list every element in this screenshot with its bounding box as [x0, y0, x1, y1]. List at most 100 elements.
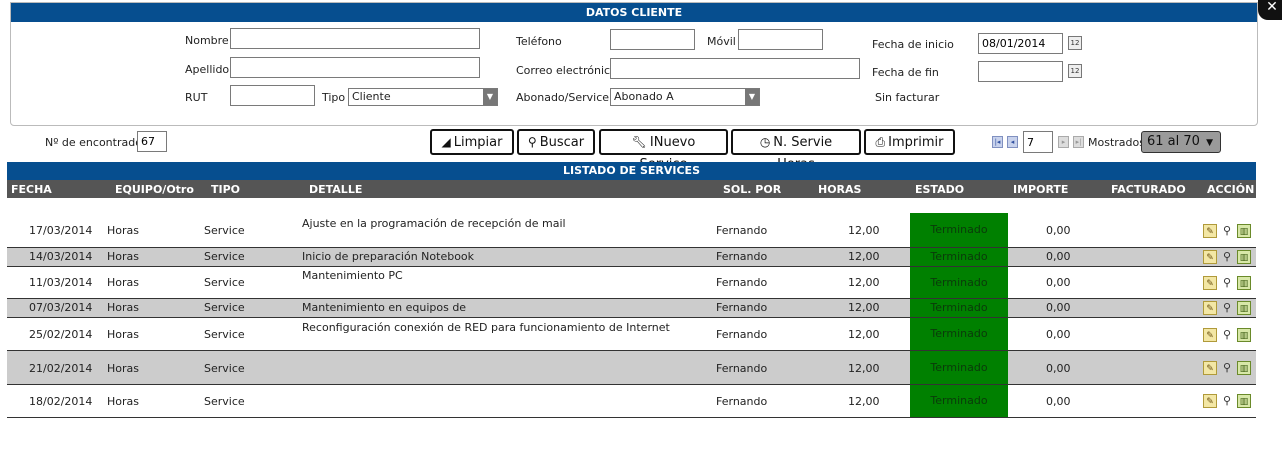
- cell-fecha: 21/02/2014: [29, 362, 93, 375]
- header-importe[interactable]: IMPORTE: [1013, 183, 1068, 196]
- cell-detalle: Reconfiguración conexión de RED para fun…: [302, 321, 670, 334]
- edit-icon[interactable]: ✎: [1203, 328, 1217, 342]
- close-button[interactable]: ✕: [1258, 0, 1282, 20]
- table-row[interactable]: 18/02/2014 Horas Service Fernando 12,00 …: [7, 385, 1256, 418]
- chevron-down-icon: ▼: [483, 89, 497, 105]
- trash-icon[interactable]: ▥: [1237, 361, 1251, 375]
- correo-input[interactable]: [610, 58, 860, 79]
- first-page-icon[interactable]: |◂: [992, 136, 1003, 148]
- calendar-icon[interactable]: 12: [1068, 36, 1082, 50]
- edit-icon[interactable]: ✎: [1203, 224, 1217, 238]
- apellido-input[interactable]: [230, 57, 480, 78]
- cell-sol-por: Fernando: [716, 224, 768, 237]
- fecha-inicio-label: Fecha de inicio: [872, 38, 954, 51]
- tipo-select-value: Cliente: [352, 90, 391, 103]
- magnifier-icon[interactable]: ⚲: [1220, 328, 1234, 342]
- header-estado[interactable]: ESTADO: [915, 183, 964, 196]
- edit-icon[interactable]: ✎: [1203, 394, 1217, 408]
- tipo-label: Tipo: [322, 91, 346, 104]
- header-equipo[interactable]: EQUIPO/Otro: [115, 183, 194, 196]
- magnifier-icon[interactable]: ⚲: [1220, 276, 1234, 290]
- table-row[interactable]: 25/02/2014 Horas Service Reconfiguración…: [7, 318, 1256, 351]
- row-actions: ✎ ⚲ ▥: [1203, 361, 1254, 375]
- eraser-icon: ◢: [441, 135, 451, 149]
- imprimir-button[interactable]: ⎙ Imprimir: [864, 129, 955, 155]
- cell-horas: 12,00: [848, 362, 880, 375]
- trash-icon[interactable]: ▥: [1237, 301, 1251, 315]
- movil-label: Móvil: [707, 35, 736, 48]
- shown-range-dropdown[interactable]: 61 al 70 ▼: [1141, 131, 1221, 153]
- header-horas[interactable]: HORAS: [818, 183, 861, 196]
- fecha-fin-input[interactable]: [978, 61, 1063, 82]
- cell-detalle: Ajuste en la programación de recepción d…: [302, 217, 566, 230]
- nombre-input[interactable]: [230, 28, 480, 49]
- magnifier-icon[interactable]: ⚲: [1220, 394, 1234, 408]
- cell-tipo: Service: [204, 224, 245, 237]
- edit-icon[interactable]: ✎: [1203, 301, 1217, 315]
- header-tipo[interactable]: TIPO: [211, 183, 240, 196]
- cell-tipo: Service: [204, 276, 245, 289]
- telefono-input[interactable]: [610, 29, 695, 50]
- cell-detalle: Inicio de preparación Notebook: [302, 250, 475, 263]
- last-page-icon[interactable]: ▸|: [1073, 136, 1084, 148]
- cell-horas: 12,00: [848, 328, 880, 341]
- row-actions: ✎ ⚲ ▥: [1203, 328, 1254, 342]
- abonado-select[interactable]: Abonado A ▼: [610, 88, 760, 106]
- cell-fecha: 25/02/2014: [29, 328, 93, 341]
- trash-icon[interactable]: ▥: [1237, 224, 1251, 238]
- magnifier-icon[interactable]: ⚲: [1220, 301, 1234, 315]
- tipo-select[interactable]: Cliente ▼: [348, 88, 498, 106]
- header-facturado[interactable]: FACTURADO: [1111, 183, 1186, 196]
- magnifier-icon[interactable]: ⚲: [1220, 361, 1234, 375]
- magnifier-icon[interactable]: ⚲: [1220, 250, 1234, 264]
- table-row[interactable]: 17/03/2014 Horas Service Ajuste en la pr…: [7, 213, 1256, 248]
- cell-importe: 0,00: [1046, 395, 1071, 408]
- fecha-inicio-input[interactable]: [978, 33, 1063, 54]
- calendar-icon[interactable]: 12: [1068, 64, 1082, 78]
- prev-page-icon[interactable]: ◂: [1007, 136, 1018, 148]
- page-number-input[interactable]: [1023, 131, 1053, 153]
- telefono-label: Teléfono: [516, 35, 562, 48]
- cell-fecha: 11/03/2014: [29, 276, 93, 289]
- edit-icon[interactable]: ✎: [1203, 250, 1217, 264]
- limpiar-button[interactable]: ◢ Limpiar: [430, 129, 514, 155]
- cell-sol-por: Fernando: [716, 301, 768, 314]
- fecha-fin-label: Fecha de fin: [872, 66, 939, 79]
- header-sol-por[interactable]: SOL. POR: [723, 183, 781, 196]
- shown-range-value: 61 al 70: [1147, 134, 1200, 149]
- mostrados-label: Mostrados: [1088, 136, 1145, 149]
- cell-equipo: Horas: [107, 301, 139, 314]
- movil-input[interactable]: [738, 29, 823, 50]
- row-actions: ✎ ⚲ ▥: [1203, 276, 1254, 290]
- edit-icon[interactable]: ✎: [1203, 276, 1217, 290]
- cell-tipo: Service: [204, 250, 245, 263]
- chevron-down-icon: ▼: [1206, 138, 1213, 148]
- nuevo-service-button[interactable]: 🔧︎INuevo Service: [599, 129, 728, 172]
- table-row[interactable]: 07/03/2014 Horas Service Mantenimiento e…: [7, 299, 1256, 318]
- table-row[interactable]: 11/03/2014 Horas Service Mantenimiento P…: [7, 267, 1256, 299]
- cell-fecha: 07/03/2014: [29, 301, 93, 314]
- edit-icon[interactable]: ✎: [1203, 361, 1217, 375]
- table-row[interactable]: 21/02/2014 Horas Service Fernando 12,00 …: [7, 351, 1256, 385]
- trash-icon[interactable]: ▥: [1237, 276, 1251, 290]
- cell-importe: 0,00: [1046, 250, 1071, 263]
- trash-icon[interactable]: ▥: [1237, 328, 1251, 342]
- rut-input[interactable]: [230, 85, 315, 106]
- found-count-label: Nº de encontrados: [45, 136, 148, 149]
- table-row[interactable]: 14/03/2014 Horas Service Inicio de prepa…: [7, 248, 1256, 267]
- next-page-icon[interactable]: ▸: [1058, 136, 1069, 148]
- trash-icon[interactable]: ▥: [1237, 394, 1251, 408]
- found-count-field[interactable]: [137, 131, 167, 152]
- header-fecha[interactable]: FECHA: [11, 183, 52, 196]
- magnifier-icon[interactable]: ⚲: [1220, 224, 1234, 238]
- cell-tipo: Service: [204, 301, 245, 314]
- abonado-select-value: Abonado A: [614, 90, 674, 103]
- buscar-button[interactable]: ⚲ Buscar: [517, 129, 595, 155]
- header-detalle[interactable]: DETALLE: [309, 183, 362, 196]
- servie-horas-button[interactable]: ◷N. Servie Horas: [731, 129, 861, 172]
- search-icon: ⚲: [527, 135, 537, 149]
- listing-title: LISTADO DE SERVICES: [7, 162, 1256, 180]
- cell-importe: 0,00: [1046, 362, 1071, 375]
- trash-icon[interactable]: ▥: [1237, 250, 1251, 264]
- status-badge: Terminado: [910, 267, 1008, 298]
